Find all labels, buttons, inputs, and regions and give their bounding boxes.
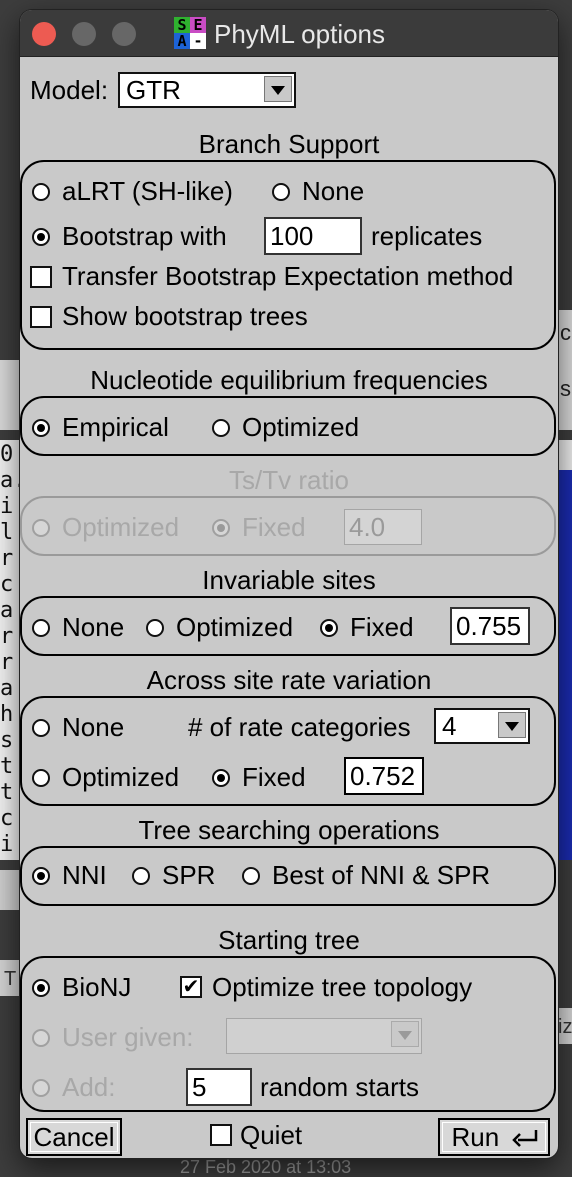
run-button-label: Run: [451, 1122, 500, 1152]
tstv-fixed-label: Fixed: [242, 512, 306, 542]
tstv-optimized-label: Optimized: [62, 512, 180, 542]
bootstrap-radio[interactable]: [32, 228, 50, 246]
chevron-down-icon: [391, 1021, 419, 1047]
empirical-radio[interactable]: [32, 419, 50, 437]
bootstrap-label: Bootstrap with: [62, 221, 227, 251]
window-title: PhyML options: [214, 19, 386, 49]
invariable-fixed-label: Fixed: [350, 612, 414, 642]
background-blue-panel: [558, 470, 572, 860]
rate-optimized-label: Optimized: [62, 762, 180, 792]
empirical-label: Empirical: [62, 412, 169, 442]
rate-fixed-label: Fixed: [242, 762, 306, 792]
starting-tree-title: Starting tree: [218, 925, 360, 955]
rate-none-label: None: [62, 712, 125, 742]
quiet-checkbox[interactable]: [210, 1124, 232, 1146]
bootstrap-replicates-input[interactable]: 100: [264, 217, 362, 255]
nucleotide-optimized-radio[interactable]: [212, 419, 230, 437]
model-select[interactable]: GTR: [118, 72, 296, 108]
invariable-optimized-label: Optimized: [176, 612, 294, 642]
close-window-button[interactable]: [32, 22, 56, 46]
best-nni-spr-radio[interactable]: [242, 867, 260, 885]
random-starts-label: random starts: [260, 1072, 419, 1102]
invariable-fixed-radio[interactable]: [320, 619, 338, 637]
nucleotide-optimized-label: Optimized: [242, 412, 360, 442]
tstv-value-input[interactable]: 4.0: [344, 509, 422, 545]
background-panel-left: [0, 360, 20, 430]
zoom-window-button[interactable]: [112, 22, 136, 46]
background-fragment-t: T: [4, 968, 17, 990]
background-right-strip: [558, 440, 572, 470]
background-fragment-iz: iz: [558, 1016, 572, 1038]
cancel-button[interactable]: Cancel: [26, 1118, 122, 1156]
background-fragment-s: s: [560, 376, 571, 401]
spr-label: SPR: [162, 860, 216, 890]
branch-none-radio[interactable]: [272, 183, 290, 201]
rate-value-input[interactable]: 0.752: [344, 757, 424, 795]
background-mono-column: 0a.ilrcarrahsttci: [0, 442, 20, 857]
bionj-radio[interactable]: [32, 979, 50, 997]
return-key-icon: [512, 1130, 538, 1147]
rate-none-radio[interactable]: [32, 719, 50, 737]
user-given-select[interactable]: [226, 1018, 422, 1054]
tstv-title: Ts/Tv ratio: [229, 465, 349, 495]
show-bootstrap-trees-checkbox[interactable]: [30, 306, 52, 328]
rate-optimized-radio[interactable]: [32, 769, 50, 787]
tbe-label: Transfer Bootstrap Expectation method: [62, 261, 514, 291]
tree-search-title: Tree searching operations: [138, 815, 440, 845]
optimize-topology-label: Optimize tree topology: [212, 972, 473, 1002]
alrt-radio[interactable]: [32, 183, 50, 201]
checkmark-icon: ✔: [182, 976, 200, 998]
background-bar-left-1: [0, 870, 20, 910]
run-button[interactable]: Run: [438, 1118, 550, 1156]
alrt-label: aLRT (SH-like): [62, 176, 233, 206]
nucleotide-title: Nucleotide equilibrium frequencies: [90, 365, 488, 395]
best-nni-spr-label: Best of NNI & SPR: [272, 860, 491, 890]
invariable-title: Invariable sites: [202, 565, 376, 595]
invariable-value-input[interactable]: 0.755: [450, 607, 530, 645]
replicates-label: replicates: [371, 221, 483, 251]
model-select-value: GTR: [126, 75, 181, 105]
rate-categories-label: # of rate categories: [188, 712, 411, 742]
title-bar[interactable]: S E A - PhyML options: [20, 10, 558, 57]
random-starts-input[interactable]: 5: [186, 1068, 252, 1106]
invariable-none-label: None: [62, 612, 125, 642]
bionj-label: BioNJ: [62, 972, 132, 1002]
spr-radio[interactable]: [132, 867, 150, 885]
branch-support-title: Branch Support: [198, 129, 380, 159]
quiet-label: Quiet: [240, 1120, 303, 1150]
tbe-checkbox[interactable]: [30, 266, 52, 288]
nni-label: NNI: [62, 860, 107, 890]
minimize-window-button[interactable]: [72, 22, 96, 46]
phyml-options-window: S E A - PhyML options Model: GTR Branch …: [20, 10, 558, 1158]
rate-categories-value: 4: [442, 711, 457, 741]
optimize-topology-checkbox[interactable]: ✔: [180, 976, 202, 998]
tstv-optimized-radio[interactable]: [32, 519, 50, 537]
rate-fixed-radio[interactable]: [212, 769, 230, 787]
show-bootstrap-trees-label: Show bootstrap trees: [62, 301, 308, 331]
invariable-none-radio[interactable]: [32, 619, 50, 637]
invariable-optimized-radio[interactable]: [146, 619, 164, 637]
background-fragment-c: c: [560, 320, 571, 345]
add-random-radio[interactable]: [32, 1079, 50, 1097]
model-label: Model:: [30, 75, 109, 105]
rate-categories-select[interactable]: 4: [434, 708, 530, 744]
user-given-label: User given:: [62, 1022, 194, 1052]
tstv-fixed-radio[interactable]: [212, 519, 230, 537]
user-given-radio[interactable]: [32, 1029, 50, 1047]
nni-radio[interactable]: [32, 867, 50, 885]
seaview-app-icon: S E A -: [174, 17, 206, 49]
chevron-down-icon: [264, 76, 292, 102]
cancel-button-label: Cancel: [33, 1122, 115, 1152]
background-date-text: 27 Feb 2020 at 13:03: [180, 1157, 352, 1177]
add-label: Add:: [62, 1072, 116, 1102]
rate-variation-title: Across site rate variation: [146, 665, 432, 695]
branch-none-label: None: [302, 176, 365, 206]
chevron-down-icon: [498, 712, 526, 738]
dialog-content: Model: GTR Branch Support aLRT (SH-like)…: [20, 56, 558, 1158]
